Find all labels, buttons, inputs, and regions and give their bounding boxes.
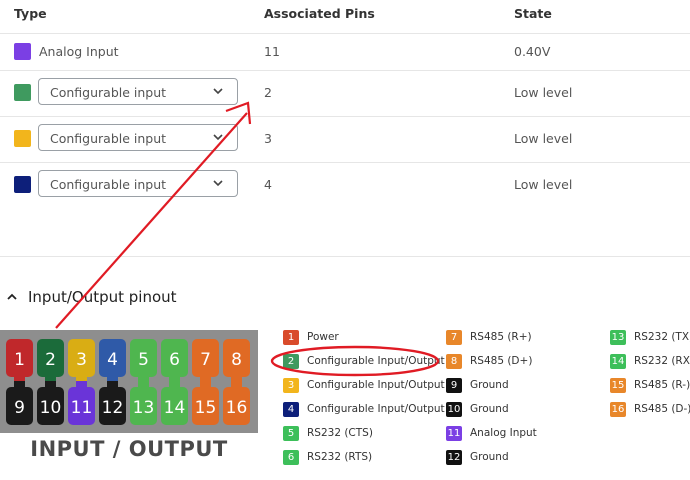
state-value: Low level — [514, 85, 573, 100]
type-select-value: Configurable input — [50, 131, 167, 146]
legend-pin-badge: 5 — [283, 426, 299, 441]
pin-value: 4 — [264, 177, 272, 192]
type-select-value: Configurable input — [50, 177, 167, 192]
connector-pin-number: 6 — [169, 350, 180, 370]
connector-pin: 8 — [223, 339, 250, 383]
connector-pin: 1 — [6, 339, 33, 383]
connector-pin-number: 3 — [76, 350, 87, 370]
section-title[interactable]: Input/Output pinout — [28, 288, 177, 306]
legend-label: Power — [307, 331, 339, 343]
connector-pin-number: 4 — [107, 350, 118, 370]
connector-pin-number: 7 — [200, 350, 211, 370]
section-divider — [0, 256, 690, 257]
legend-pin-badge: 11 — [446, 426, 462, 441]
connector-pin-number: 2 — [45, 350, 56, 370]
legend-label: RS232 (TX) — [634, 331, 690, 343]
connector-pinout-image: 12345678 9 10 11 12 13 14 15 16 — [0, 330, 258, 433]
legend-label: RS485 (D+) — [470, 355, 533, 367]
chevron-down-icon — [213, 180, 223, 187]
legend-pin-badge: 16 — [610, 402, 626, 417]
type-label: Analog Input — [39, 44, 119, 59]
connector-pin: 12 — [99, 381, 126, 425]
connector-label: INPUT / OUTPUT — [30, 437, 228, 461]
connector-pin-number: 1 — [14, 350, 25, 370]
connector-pin-number: 14 — [164, 398, 186, 418]
connector-pin-number: 8 — [231, 350, 242, 370]
legend-label: Ground — [470, 451, 509, 463]
legend-pin-badge: 14 — [610, 354, 626, 369]
column-header-pins: Associated Pins — [264, 6, 375, 21]
state-value: Low level — [514, 131, 573, 146]
connector-pin: 15 — [192, 381, 219, 425]
legend-pin-badge: 7 — [446, 330, 462, 345]
connector-pin: 3 — [68, 339, 95, 383]
connector-pin-number: 11 — [71, 398, 93, 418]
legend-pin-badge: 12 — [446, 450, 462, 465]
connector-pin-number: 9 — [14, 398, 25, 418]
state-value: 0.40V — [514, 44, 551, 59]
type-select-value: Configurable input — [50, 85, 167, 100]
legend-label: Configurable Input/Output — [307, 403, 445, 415]
connector-pin-number: 10 — [40, 398, 62, 418]
pin-value: 3 — [264, 131, 272, 146]
legend-pin-badge: 2 — [283, 354, 299, 369]
color-swatch — [14, 43, 31, 60]
column-header-type: Type — [14, 6, 47, 21]
pin-value: 11 — [264, 44, 280, 59]
legend-label: Configurable Input/Output — [307, 355, 445, 367]
legend-pin-badge: 10 — [446, 402, 462, 417]
type-select[interactable]: Configurable input — [38, 124, 238, 151]
connector-pin: 2 — [37, 339, 64, 383]
legend-pin-badge: 1 — [283, 330, 299, 345]
type-select[interactable]: Configurable input — [38, 170, 238, 197]
chevron-up-icon[interactable] — [6, 291, 18, 303]
connector-pin: 5 — [130, 339, 157, 383]
connector-pin: 7 — [192, 339, 219, 383]
legend-label: RS232 (RTS) — [307, 451, 373, 463]
legend-pin-badge: 9 — [446, 378, 462, 393]
pin-value: 2 — [264, 85, 272, 100]
legend-label: RS485 (R+) — [470, 331, 532, 343]
state-value: Low level — [514, 177, 573, 192]
legend-label: Ground — [470, 379, 509, 391]
legend-label: Ground — [470, 403, 509, 415]
connector-pin: 4 — [99, 339, 126, 383]
column-header-state: State — [514, 6, 552, 21]
legend-pin-badge: 3 — [283, 378, 299, 393]
chevron-down-icon — [213, 134, 223, 141]
legend-label: RS485 (R-) — [634, 379, 690, 391]
legend-label: Analog Input — [470, 427, 537, 439]
color-swatch — [14, 176, 31, 193]
table-row: Configurable input 4 Low level — [0, 162, 690, 208]
legend-pin-badge: 8 — [446, 354, 462, 369]
color-swatch — [14, 130, 31, 147]
connector-pin-number: 12 — [102, 398, 124, 418]
legend-pin-badge: 6 — [283, 450, 299, 465]
table-row: Configurable input 2 Low level — [0, 70, 690, 116]
legend-pin-badge: 13 — [610, 330, 626, 345]
connector-pin: 14 — [161, 381, 188, 425]
connector-pin: 9 — [6, 381, 33, 425]
legend-pin-badge: 15 — [610, 378, 626, 393]
legend-label: RS485 (D-) — [634, 403, 690, 415]
connector-pin-number: 13 — [133, 398, 155, 418]
legend-label: Configurable Input/Output — [307, 379, 445, 391]
table-row: Configurable input 3 Low level — [0, 116, 690, 162]
chevron-down-icon — [213, 88, 223, 95]
connector-pin: 16 — [223, 381, 250, 425]
connector-pin: 10 — [37, 381, 64, 425]
connector-pin-number: 5 — [138, 350, 149, 370]
color-swatch — [14, 84, 31, 101]
connector-pin: 6 — [161, 339, 188, 383]
type-select[interactable]: Configurable input — [38, 78, 238, 105]
legend-pin-badge: 4 — [283, 402, 299, 417]
connector-pin-number: 16 — [226, 398, 248, 418]
connector-pin: 13 — [130, 381, 157, 425]
legend-label: RS232 (CTS) — [307, 427, 373, 439]
connector-pin: 11 — [68, 381, 95, 425]
legend-label: RS232 (RX) — [634, 355, 690, 367]
table-row: Analog Input 11 0.40V — [0, 33, 690, 70]
connector-pin-number: 15 — [195, 398, 217, 418]
